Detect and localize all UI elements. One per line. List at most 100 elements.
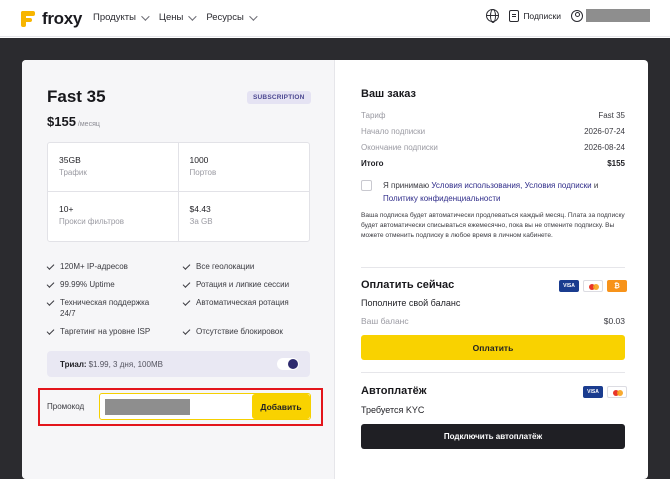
chevron-down-icon <box>248 11 258 21</box>
feature-item: Техническая поддержка 24/7 <box>46 297 183 319</box>
feature-item: Все геолокации <box>182 261 317 272</box>
feature-item: Ротация и липкие сессии <box>182 279 317 290</box>
feature-text: Ротация и липкие сессии <box>196 280 290 289</box>
subscriptions-link[interactable]: Подписки <box>509 9 561 22</box>
stat-label: Прокси фильтров <box>59 217 125 226</box>
nav-products[interactable]: Продукты <box>93 11 150 23</box>
add-promo-button[interactable]: Добавить <box>252 394 310 419</box>
autopay-title: Автоплатёж <box>361 385 427 397</box>
order-title: Ваш заказ <box>361 88 416 100</box>
logo-mark-icon <box>21 11 37 27</box>
check-icon <box>46 262 55 270</box>
feature-item: 120M+ IP-адресов <box>46 261 183 272</box>
privacy-link[interactable]: Политику конфиденциальности <box>383 194 500 203</box>
feature-text: Все геолокации <box>196 262 255 271</box>
plan-title: Fast 35 <box>47 87 106 106</box>
nav-resources[interactable]: Ресурсы <box>206 11 258 23</box>
order-total: Итого $155 <box>361 159 625 168</box>
row-label: Окончание подписки <box>361 143 438 152</box>
nav-resources-label: Ресурсы <box>206 12 244 23</box>
stat-value: 35GB <box>59 155 81 165</box>
balance-row: Ваш баланс $0.03 <box>361 316 625 326</box>
order-row-end: Окончание подписки 2026-08-24 <box>361 143 625 152</box>
feature-text: 99.99% Uptime <box>60 280 115 289</box>
feature-item: Автоматическая ротация <box>182 297 317 319</box>
stat-traffic: 35GB Трафик <box>48 143 179 192</box>
terms-link[interactable]: Условия использования, Условия подписки <box>431 181 591 190</box>
autopay-methods: VISA <box>583 386 627 398</box>
visa-icon: VISA <box>583 386 603 398</box>
plan-price: $155/месяц <box>47 114 100 129</box>
visa-icon: VISA <box>559 280 579 292</box>
feature-list: 120M+ IP-адресов Все геолокации 99.99% U… <box>46 261 317 337</box>
feature-text: Отсутствие блокировок <box>196 327 283 336</box>
stat-value: $4.43 <box>189 204 211 214</box>
chevron-down-icon <box>188 11 197 21</box>
top-header: froxy Продукты Цены Ресурсы Подписки <box>0 0 670 37</box>
topup-text: Пополните свой баланс <box>361 298 461 308</box>
trial-option: Триал: $1.99, 3 дня, 100MB <box>47 351 310 377</box>
check-icon <box>46 327 55 335</box>
check-icon <box>46 280 55 288</box>
check-icon <box>182 327 191 335</box>
user-menu[interactable] <box>571 9 650 22</box>
stat-label: Трафик <box>59 168 87 177</box>
check-icon <box>182 298 191 306</box>
feature-item: Отсутствие блокировок <box>182 326 317 337</box>
mastercard-icon <box>583 280 603 292</box>
feature-item: Таргетинг на уровне ISP <box>46 326 183 337</box>
price-value: $155 <box>47 114 76 129</box>
pay-button[interactable]: Оплатить <box>361 335 625 360</box>
balance-value: $0.03 <box>603 316 625 326</box>
stat-label: Портов <box>189 168 217 177</box>
trial-label: Триал: <box>60 359 87 369</box>
check-icon <box>182 262 191 270</box>
feature-text: Таргетинг на уровне ISP <box>60 327 151 336</box>
globe-icon[interactable] <box>486 9 500 23</box>
order-row-plan: Тариф Fast 35 <box>361 111 625 120</box>
total-label: Итого <box>361 159 384 168</box>
stat-value: 10+ <box>59 204 74 214</box>
row-label: Начало подписки <box>361 127 426 136</box>
trial-text: $1.99, 3 дня, 100MB <box>88 359 163 369</box>
balance-label: Ваш баланс <box>361 316 409 326</box>
checkout-card: Fast 35 SUBSCRIPTION $155/месяц 35GB Траф… <box>22 60 648 479</box>
promo-label: Промокод <box>47 402 85 411</box>
row-value: Fast 35 <box>598 111 625 120</box>
plan-panel: Fast 35 SUBSCRIPTION $155/месяц 35GB Траф… <box>22 60 335 479</box>
header-actions: Подписки <box>486 9 650 23</box>
mastercard-icon <box>607 386 627 398</box>
document-icon <box>509 9 520 22</box>
row-label: Тариф <box>361 111 386 120</box>
nav-products-label: Продукты <box>93 12 136 23</box>
agree-and: и <box>593 181 599 190</box>
row-value: 2026-07-24 <box>584 127 625 136</box>
froxy-logo[interactable]: froxy <box>21 9 82 29</box>
promo-value-redacted <box>105 399 190 415</box>
chevron-down-icon <box>141 11 150 21</box>
kyc-required: Требуется KYC <box>361 405 425 415</box>
stat-label: За GB <box>189 217 213 226</box>
plan-stats: 35GB Трафик 1000 Портов 10+ Прокси фильтров… <box>47 142 310 242</box>
stat-per-gb: $4.43 За GB <box>179 192 310 241</box>
pay-now-title: Оплатить сейчас <box>361 279 455 291</box>
terms-checkbox[interactable] <box>361 180 372 191</box>
feature-item: 99.99% Uptime <box>46 279 183 290</box>
trial-toggle[interactable] <box>277 358 299 370</box>
subscriptions-label: Подписки <box>523 10 561 21</box>
enable-autopay-button[interactable]: Подключить автоплатёж <box>361 424 625 449</box>
feature-text: Техническая поддержка 24/7 <box>60 298 150 318</box>
check-icon <box>46 298 55 306</box>
subscription-badge: SUBSCRIPTION <box>247 91 311 104</box>
stat-value: 1000 <box>189 155 209 165</box>
main-nav: Продукты Цены Ресурсы <box>93 11 258 23</box>
order-row-start: Начало подписки 2026-07-24 <box>361 127 625 136</box>
price-unit: /месяц <box>77 121 100 128</box>
logo-text: froxy <box>42 9 83 28</box>
user-name-redacted <box>586 9 650 22</box>
row-value: 2026-08-24 <box>584 143 625 152</box>
agree-prefix: Я принимаю <box>383 181 430 190</box>
check-icon <box>182 280 191 288</box>
nav-prices[interactable]: Цены <box>159 11 197 23</box>
total-value: $155 <box>607 159 625 168</box>
